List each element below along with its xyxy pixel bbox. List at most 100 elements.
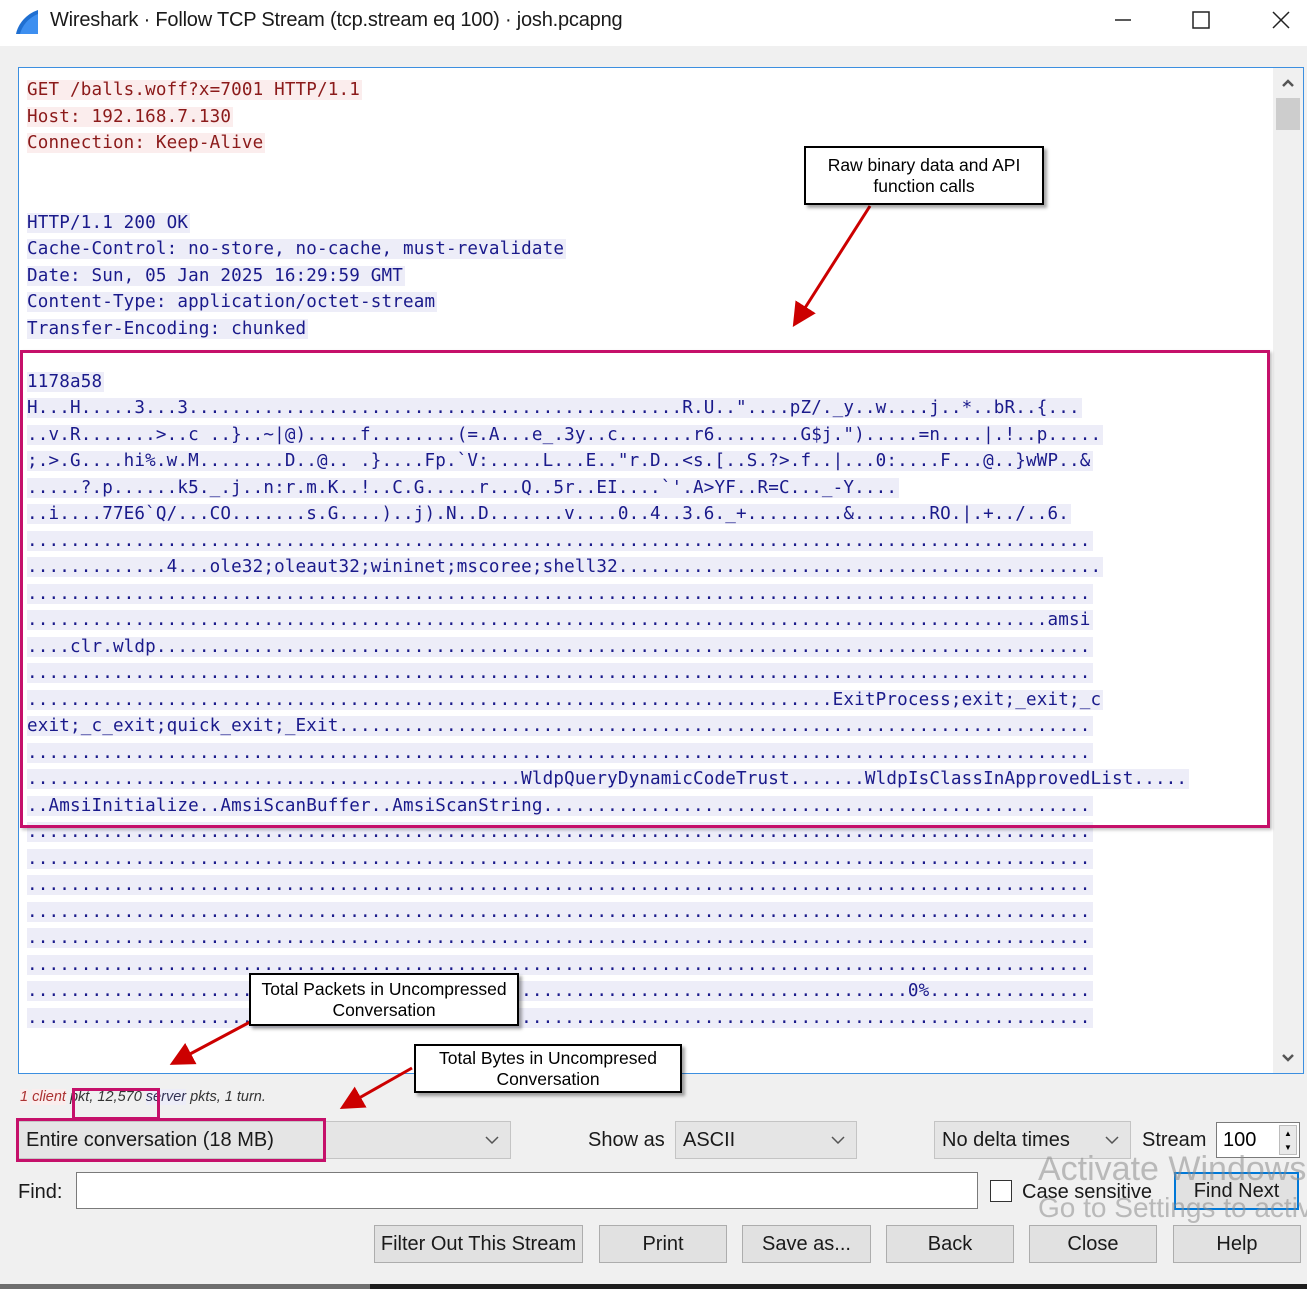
client-line-text: GET /balls.woff?x=7001 HTTP/1.1 bbox=[27, 80, 363, 100]
server-data-line-text: ........................................… bbox=[27, 928, 1093, 948]
server-data-line-text: ........................................… bbox=[27, 663, 1093, 683]
total-bytes-callout: Total Bytes in Uncompresed Conversation bbox=[414, 1044, 682, 1093]
server-data-line-text: ........................................… bbox=[27, 822, 1093, 842]
conversation-stats: 1 client pkt, 12,570 server pkts, 1 turn… bbox=[20, 1089, 266, 1105]
server-count: 12,570 bbox=[97, 1089, 142, 1105]
chevron-down-icon bbox=[1105, 1136, 1119, 1145]
server-header-line: Date: Sun, 05 Jan 2025 16:29:59 GMT bbox=[27, 263, 1189, 290]
client-line-text: Host: 192.168.7.130 bbox=[27, 106, 234, 127]
filter-out-stream-button[interactable]: Filter Out This Stream bbox=[374, 1225, 583, 1263]
server-data-line: ........................................… bbox=[27, 581, 1189, 608]
server-header-line-text: Transfer-Encoding: chunked bbox=[27, 318, 309, 339]
back-button[interactable]: Back bbox=[886, 1225, 1014, 1263]
server-data-line: ........................................… bbox=[27, 687, 1189, 714]
server-data-line: ........................................… bbox=[27, 978, 1189, 1005]
chevron-up-icon bbox=[1282, 79, 1294, 87]
server-data-line: H...H.....3...3.........................… bbox=[27, 395, 1189, 422]
scrollbar-thumb[interactable] bbox=[1276, 98, 1300, 130]
stream-number-value: 100 bbox=[1223, 1128, 1257, 1151]
minimize-button[interactable] bbox=[1100, 0, 1146, 40]
server-data-line-text: ........................................… bbox=[27, 530, 1093, 551]
server-header-line-text: HTTP/1.1 200 OK bbox=[27, 212, 191, 233]
show-as-select[interactable]: ASCII bbox=[675, 1121, 857, 1159]
maximize-button[interactable] bbox=[1178, 0, 1224, 40]
server-data-line-text: ........................................… bbox=[27, 901, 1093, 922]
server-data-line: ........................................… bbox=[27, 952, 1189, 979]
server-data-line-text: H...H.....3...3.........................… bbox=[27, 398, 1082, 418]
show-as-value: ASCII bbox=[683, 1128, 736, 1151]
case-sensitive-checkbox[interactable] bbox=[990, 1180, 1012, 1202]
stream-content-view[interactable]: GET /balls.woff?x=7001 HTTP/1.1 Host: 192… bbox=[18, 67, 1304, 1074]
spin-down-icon[interactable]: ▼ bbox=[1284, 1143, 1292, 1152]
server-data-line-text: 1178a58 bbox=[27, 371, 105, 392]
conversation-select-value: Entire conversation (18 MB) bbox=[26, 1128, 274, 1151]
server-data-line-text: ........................................… bbox=[27, 769, 1190, 789]
find-input[interactable] bbox=[76, 1172, 978, 1209]
server-data-line: ........................................… bbox=[27, 1005, 1189, 1032]
server-data-line: ........................................… bbox=[27, 899, 1189, 926]
server-data-line: ..i....77E6`Q/...CO.......s.G....)..j).N… bbox=[27, 501, 1189, 528]
server-data-line-text: ..v.R.......>..c ..}..~|@).....f........… bbox=[27, 424, 1104, 445]
find-label: Find: bbox=[18, 1181, 63, 1203]
server-header-line-text: Date: Sun, 05 Jan 2025 16:29:59 GMT bbox=[27, 265, 405, 286]
server-data-line: ........................................… bbox=[27, 872, 1189, 899]
server-data-line: 1178a58 bbox=[27, 369, 1189, 396]
server-data-line: exit;_c_exit;quick_exit;_Exit...........… bbox=[27, 713, 1189, 740]
conversation-select[interactable]: Entire conversation (18 MB) bbox=[18, 1121, 511, 1159]
server-data-line-text: .............4...ole32;oleaut32;wininet;… bbox=[27, 557, 1104, 577]
maximize-icon bbox=[1192, 11, 1210, 29]
server-data-line-text: ........................................… bbox=[27, 848, 1093, 869]
server-data-line: ........................................… bbox=[27, 528, 1189, 555]
server-data-line: .....?.p......k5._.j..n:r.m.K..!..C.G...… bbox=[27, 475, 1189, 502]
close-window-button[interactable] bbox=[1258, 0, 1304, 40]
stream-label: Stream bbox=[1142, 1129, 1207, 1151]
server-data-line: ..AmsiInitialize..AmsiScanBuffer..AmsiSc… bbox=[27, 793, 1189, 820]
server-header-line: HTTP/1.1 200 OK bbox=[27, 210, 1189, 237]
server-header-line: Cache-Control: no-store, no-cache, must-… bbox=[27, 236, 1189, 263]
follow-tcp-stream-window: Wireshark · Follow TCP Stream (tcp.strea… bbox=[0, 0, 1307, 1289]
delta-times-select[interactable]: No delta times bbox=[934, 1121, 1131, 1159]
save-as-button[interactable]: Save as... bbox=[742, 1225, 871, 1263]
server-data-line-text: ........................................… bbox=[27, 742, 1093, 763]
scroll-down-button[interactable] bbox=[1273, 1045, 1303, 1071]
server-header-line: Content-Type: application/octet-stream bbox=[27, 289, 1189, 316]
stats-tail: pkts, 1 turn. bbox=[186, 1089, 266, 1105]
server-data-line-text: ;.>.G....hi%.w.M........D..@.. .}....Fp.… bbox=[27, 451, 1093, 471]
server-data-line: ........................................… bbox=[27, 766, 1190, 793]
minimize-icon bbox=[1115, 19, 1131, 21]
find-next-button[interactable]: Find Next bbox=[1174, 1172, 1299, 1210]
spin-up-icon[interactable]: ▲ bbox=[1284, 1129, 1292, 1138]
client-line: GET /balls.woff?x=7001 HTTP/1.1 bbox=[27, 77, 1189, 104]
server-data-line-text: .....?.p......k5._.j..n:r.m.K..!..C.G...… bbox=[27, 477, 900, 498]
help-button[interactable]: Help bbox=[1173, 1225, 1301, 1263]
spin-buttons[interactable]: ▲ ▼ bbox=[1279, 1125, 1297, 1155]
close-button[interactable]: Close bbox=[1029, 1225, 1157, 1263]
client-line-text: Connection: Keep-Alive bbox=[27, 133, 266, 153]
server-data-line-text: ........................................… bbox=[27, 583, 1093, 604]
wireshark-fin-icon bbox=[16, 10, 38, 34]
raw-data-callout: Raw binary data and API function calls bbox=[804, 146, 1044, 205]
title-bar: Wireshark · Follow TCP Stream (tcp.strea… bbox=[0, 0, 1307, 46]
server-data-line-text: ..AmsiInitialize..AmsiScanBuffer..AmsiSc… bbox=[27, 795, 1093, 816]
print-button[interactable]: Print bbox=[599, 1225, 727, 1263]
server-data-line: ........................................… bbox=[27, 607, 1189, 634]
server-data-line-text: ........................................… bbox=[27, 954, 1093, 975]
client-count: 1 bbox=[20, 1089, 29, 1105]
server-data-line-text: ........................................… bbox=[27, 610, 1093, 630]
pkt-label: pkt, bbox=[65, 1089, 98, 1105]
server-data-line: ;.>.G....hi%.w.M........D..@.. .}....Fp.… bbox=[27, 448, 1189, 475]
server-data-line: ..v.R.......>..c ..}..~|@).....f........… bbox=[27, 422, 1189, 449]
stream-number-spinbox[interactable]: 100 ▲ ▼ bbox=[1216, 1122, 1300, 1158]
server-header-line-text: Cache-Control: no-store, no-cache, must-… bbox=[27, 239, 567, 259]
show-as-label: Show as bbox=[588, 1129, 665, 1151]
server-data-line: ........................................… bbox=[27, 819, 1189, 846]
scroll-up-button[interactable] bbox=[1273, 70, 1303, 96]
server-data-line: ........................................… bbox=[27, 740, 1189, 767]
server-header-line-text: Content-Type: application/octet-stream bbox=[27, 292, 438, 312]
server-data-line: ....clr.wldp............................… bbox=[27, 634, 1189, 661]
chevron-down-icon bbox=[485, 1136, 499, 1145]
vertical-scrollbar[interactable] bbox=[1273, 68, 1303, 1073]
taskbar bbox=[0, 1284, 1307, 1289]
server-data-line: ........................................… bbox=[27, 660, 1189, 687]
server-data-line-text: ..i....77E6`Q/...CO.......s.G....)..j).N… bbox=[27, 504, 1072, 524]
